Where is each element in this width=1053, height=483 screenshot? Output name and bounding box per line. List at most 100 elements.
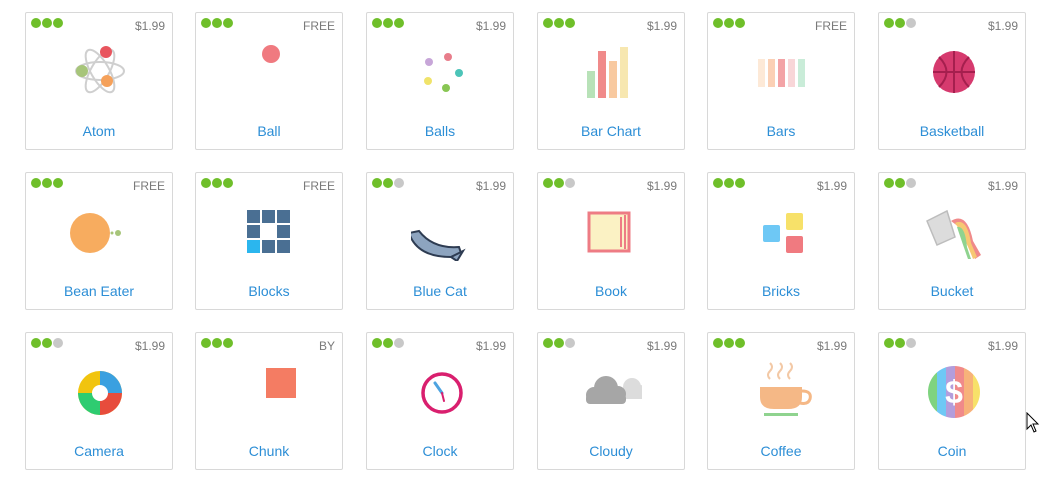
format-badges [372, 178, 404, 188]
card-ball[interactable]: FREE Ball [195, 12, 343, 150]
format-icon [554, 338, 564, 348]
card-cloudy[interactable]: $1.99 Cloudy [537, 332, 685, 470]
card-label: Basketball [919, 123, 985, 139]
format-icon [565, 338, 575, 348]
format-icon [223, 338, 233, 348]
format-icon [53, 178, 63, 188]
card-atom[interactable]: $1.99 Atom [25, 12, 173, 150]
format-icon [884, 18, 894, 28]
format-icon [394, 338, 404, 348]
card-label: Bars [766, 123, 796, 139]
card-camera[interactable]: $1.99 Camera [25, 332, 173, 470]
card-label: Blocks [248, 283, 290, 299]
card-coin[interactable]: $1.99 $ Coin [878, 332, 1026, 470]
card-book[interactable]: $1.99 Book [537, 172, 685, 310]
bar-chart-icon [587, 47, 628, 98]
card-label: Blue Cat [413, 283, 467, 299]
format-icon [906, 338, 916, 348]
format-badges [201, 18, 233, 28]
card-basketball[interactable]: $1.99 Basketball [878, 12, 1026, 150]
price-tag: $1.99 [134, 19, 165, 33]
format-icon [713, 338, 723, 348]
bricks-icon [763, 213, 803, 253]
price-tag: FREE [302, 19, 335, 33]
price-tag: $1.99 [475, 339, 506, 353]
format-icon [906, 18, 916, 28]
card-clock[interactable]: $1.99 Clock [366, 332, 514, 470]
card-label: Coin [937, 443, 967, 459]
format-icon [201, 338, 211, 348]
book-icon [587, 211, 631, 253]
format-icon [713, 178, 723, 188]
card-label: Bar Chart [581, 123, 641, 139]
format-badges [201, 338, 233, 348]
atom-icon [75, 46, 125, 94]
format-badges [884, 18, 916, 28]
format-icon [212, 178, 222, 188]
format-badges [713, 18, 745, 28]
format-badges [884, 338, 916, 348]
format-icon [383, 178, 393, 188]
card-balls[interactable]: $1.99 Balls [366, 12, 514, 150]
format-icon [53, 18, 63, 28]
format-icon [724, 338, 734, 348]
format-icon [394, 178, 404, 188]
card-coffee[interactable]: $1.99 Coffee [707, 332, 855, 470]
format-icon [383, 18, 393, 28]
format-badges [713, 178, 745, 188]
format-icon [31, 178, 41, 188]
card-label: Book [595, 283, 627, 299]
basketball-icon [933, 51, 975, 93]
card-bar-chart[interactable]: $1.99 Bar Chart [537, 12, 685, 150]
format-icon [713, 18, 723, 28]
format-icon [884, 178, 894, 188]
card-blocks[interactable]: FREE Blocks [195, 172, 343, 310]
card-bricks[interactable]: $1.99 Bricks [707, 172, 855, 310]
price-tag: $1.99 [475, 179, 506, 193]
format-badges [31, 178, 63, 188]
card-blue-cat[interactable]: $1.99 Blue Cat [366, 172, 514, 310]
price-tag: $1.99 [134, 339, 165, 353]
card-label: Cloudy [589, 443, 633, 459]
format-icon [372, 338, 382, 348]
format-icon [372, 178, 382, 188]
card-chunk[interactable]: BY Chunk [195, 332, 343, 470]
format-badges [713, 338, 745, 348]
card-bean-eater[interactable]: FREE Bean Eater [25, 172, 173, 310]
format-badges [884, 178, 916, 188]
format-icon [42, 178, 52, 188]
format-badges [543, 178, 575, 188]
price-tag: $1.99 [816, 339, 847, 353]
format-icon [201, 18, 211, 28]
format-icon [554, 18, 564, 28]
format-icon [53, 338, 63, 348]
card-bars[interactable]: FREE Bars [707, 12, 855, 150]
format-icon [201, 178, 211, 188]
card-label: Bean Eater [63, 283, 135, 299]
bars-icon [758, 59, 805, 87]
price-tag: $1.99 [816, 179, 847, 193]
price-tag: FREE [132, 179, 165, 193]
format-icon [223, 178, 233, 188]
card-bucket[interactable]: $1.99 Bucket [878, 172, 1026, 310]
price-tag: FREE [302, 179, 335, 193]
format-icon [372, 18, 382, 28]
format-badges [31, 18, 63, 28]
format-icon [394, 18, 404, 28]
format-icon [735, 178, 745, 188]
price-tag: $1.99 [987, 19, 1018, 33]
card-label: Clock [422, 443, 458, 459]
price-tag: FREE [814, 19, 847, 33]
price-tag: $1.99 [987, 339, 1018, 353]
price-tag: $1.99 [646, 339, 677, 353]
card-label: Balls [424, 123, 456, 139]
format-icon [554, 178, 564, 188]
card-label: Bucket [930, 283, 974, 299]
format-icon [543, 338, 553, 348]
format-icon [543, 18, 553, 28]
cloudy-icon [586, 376, 642, 404]
svg-text:$: $ [945, 374, 963, 410]
blue-cat-icon [411, 229, 466, 261]
card-label: Chunk [248, 443, 290, 459]
format-icon [906, 178, 916, 188]
